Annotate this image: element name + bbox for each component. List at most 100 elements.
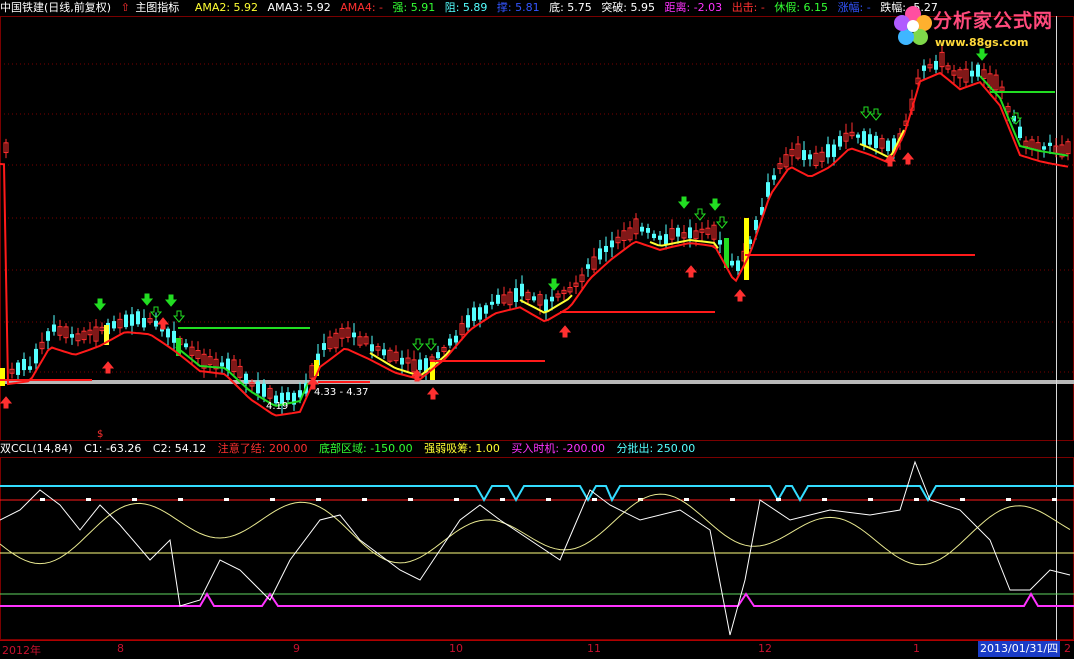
down-arrow-icon	[140, 293, 154, 306]
sub-marker	[960, 498, 965, 501]
sub-marker	[822, 498, 827, 501]
range-price-label: 4.33 - 4.37	[314, 387, 369, 398]
sub-marker	[40, 498, 45, 501]
candle-body-down	[652, 233, 656, 239]
chart-stage[interactable]: $	[0, 0, 1074, 659]
sub-marker	[316, 498, 321, 501]
site-logo[interactable]: 分析家公式网 www.88gs.com	[893, 2, 1071, 56]
down-arrow-icon	[411, 338, 425, 351]
down-arrow-icon	[164, 294, 178, 307]
candle-body-down	[382, 349, 386, 356]
support-value: 撑: 5.81	[496, 1, 540, 14]
candle-body-down	[808, 154, 812, 160]
sub-marker	[914, 498, 919, 501]
absorb-value: 强弱吸筹: 1.00	[424, 442, 500, 455]
sub-marker	[132, 498, 137, 501]
candle-body-down	[664, 234, 668, 245]
ama4-value: AMA4: -	[340, 1, 383, 14]
candle-body-down	[28, 366, 32, 370]
candle-body-down	[124, 314, 128, 328]
candle-body-down	[886, 140, 890, 152]
up-arrow-icon	[733, 289, 747, 302]
exit-value: 出击: -	[731, 1, 765, 14]
dollar-mark-icon: $	[97, 429, 103, 440]
candle-body-down	[766, 182, 770, 197]
sub-marker	[1006, 498, 1011, 501]
zone-value: 底部区域: -150.00	[319, 442, 413, 455]
up-arrow-icon	[558, 325, 572, 338]
candle-body-down	[244, 373, 248, 384]
candle-body-down	[838, 136, 842, 147]
candle-body-down	[730, 260, 734, 266]
sub-indicator-name[interactable]: 双CCL(14,84)	[0, 442, 73, 455]
down-arrow-icon	[547, 278, 561, 291]
up-arrow-icon	[0, 396, 13, 409]
candle-body-down	[34, 348, 38, 364]
candle-body-down	[262, 383, 266, 397]
ma-red-line	[0, 71, 1069, 417]
candle-body-down	[46, 331, 50, 341]
candle-body-down	[478, 307, 482, 320]
candle-body-down	[874, 135, 878, 149]
candle-body-down	[22, 359, 26, 371]
ama3-value: AMA3: 5.92	[267, 1, 331, 14]
low-price-label: 4.19	[266, 401, 289, 412]
candle-body-down	[610, 240, 614, 248]
distance-value: 距离: -2.03	[664, 1, 723, 14]
sub-marker	[178, 498, 183, 501]
candle-body-down	[220, 362, 224, 367]
sub-cyan-line	[0, 485, 1074, 503]
candle-body-down	[604, 245, 608, 252]
c1-value: C1: -63.26	[84, 442, 142, 455]
candle-body-down	[466, 315, 470, 328]
main-indicator-icon[interactable]: ⇧	[121, 1, 130, 14]
candle-body-down	[136, 311, 140, 325]
sub-marker	[362, 498, 367, 501]
candle-body-down	[532, 296, 536, 301]
buy-value: 买入时机: -200.00	[511, 442, 606, 455]
candle-body-down	[166, 328, 170, 338]
up-arrow-icon	[156, 317, 170, 330]
candle-body-down	[970, 70, 974, 77]
candle-body-down	[934, 60, 938, 70]
candle-body-down	[802, 150, 806, 161]
candle-body-down	[484, 305, 488, 314]
up-arrow-icon	[101, 361, 115, 374]
candle-body-down	[130, 314, 134, 326]
sub-marker	[86, 498, 91, 501]
sub-marker	[546, 498, 551, 501]
down-arrow-icon	[172, 310, 186, 323]
x-label-edge: 2	[1064, 642, 1071, 655]
x-label-10: 10	[449, 642, 463, 655]
candle-body-down	[754, 219, 758, 231]
candle-body-down	[418, 359, 422, 370]
sub-marker	[408, 498, 413, 501]
x-label-11: 11	[587, 642, 601, 655]
candle-body-down	[640, 226, 644, 232]
strong-value: 强: 5.91	[392, 1, 436, 14]
candle-body-down	[736, 260, 740, 271]
candle-body-down	[658, 235, 662, 240]
candle-body-down	[172, 330, 176, 343]
sub-marker	[224, 498, 229, 501]
candle-body-down	[472, 307, 476, 321]
candle-body-down	[922, 65, 926, 71]
candle-body-down	[256, 381, 260, 394]
main-indicator-label[interactable]: 主图指标	[135, 1, 179, 14]
sub-marker	[776, 498, 781, 501]
sub-marker	[500, 498, 505, 501]
candle-body-down	[400, 357, 404, 365]
candle-body-down	[676, 227, 680, 237]
sell-value: 分批出: 250.00	[616, 442, 696, 455]
sub-marker	[270, 498, 275, 501]
stock-title[interactable]: 中国铁建(日线,前复权)	[0, 1, 111, 14]
down-arrow-icon	[859, 106, 873, 119]
logo-title: 分析家公式网	[933, 10, 1054, 32]
candle-body-down	[976, 64, 980, 77]
sub-marker	[1052, 498, 1057, 501]
candle-body-down	[154, 320, 158, 327]
candle-body-down	[1018, 126, 1022, 139]
kline-chart[interactable]: $	[0, 0, 1074, 659]
candle-body-down	[520, 283, 524, 297]
sub-legend: 双CCL(14,84) C1: -63.26 C2: 54.12 注意了结: 2…	[0, 441, 1074, 457]
